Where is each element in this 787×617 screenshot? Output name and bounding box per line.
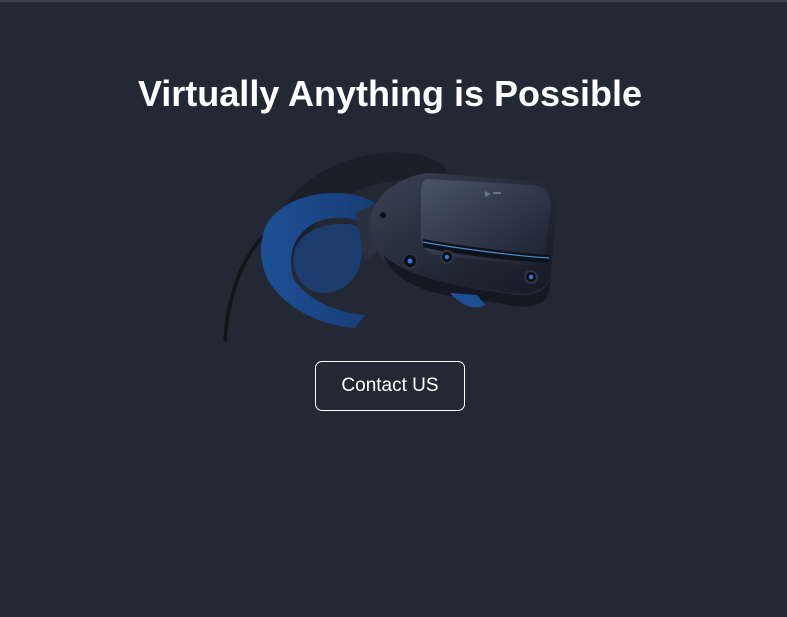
hero-title: Virtually Anything is Possible [137, 73, 643, 114]
hero-section: Virtually Anything is Possible Contact U… [0, 0, 787, 617]
vr-headset-image [215, 143, 565, 348]
contact-us-button[interactable]: Contact US [315, 361, 465, 411]
